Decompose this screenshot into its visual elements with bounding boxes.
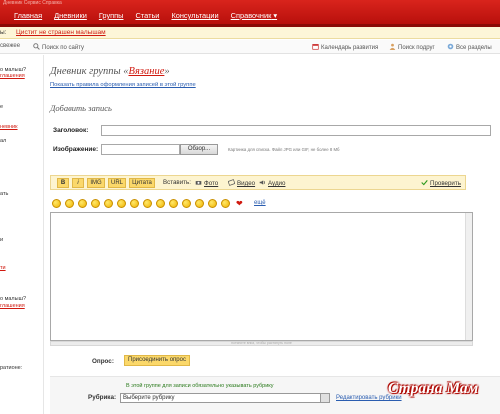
image-file-input[interactable] [101, 144, 180, 155]
site-logo: Страна Мам [388, 380, 479, 397]
nav-home[interactable]: Главная [14, 11, 42, 20]
person-icon [389, 43, 396, 50]
heart-icon[interactable]: ❤ [236, 199, 245, 208]
smiley-icon[interactable] [65, 199, 74, 208]
smiley-icon[interactable] [117, 199, 126, 208]
sidebar-invitations-link[interactable]: глашения [0, 73, 25, 79]
title-suffix: » [164, 66, 170, 77]
sidebar-text: ал [0, 138, 7, 144]
title-label: Заголовок: [53, 127, 89, 134]
insert-audio-link[interactable]: Аудио [259, 179, 285, 187]
img-button[interactable]: IMG [87, 178, 105, 188]
search-icon [33, 43, 40, 50]
promo-bar: ы: Цистит не страшен малышам [0, 27, 500, 39]
textarea-scrollbar[interactable] [465, 213, 472, 340]
audio-label: Аудио [268, 180, 286, 187]
smiley-icon[interactable] [156, 199, 165, 208]
check-label: Проверить [430, 180, 461, 187]
smiley-icon[interactable] [143, 199, 152, 208]
url-button[interactable]: URL [108, 178, 126, 188]
group-name-link[interactable]: Вязание [128, 66, 164, 77]
entry-textarea[interactable] [50, 212, 473, 341]
image-label: Изображение: [53, 146, 99, 153]
nav-articles[interactable]: Статьи [135, 11, 159, 20]
sidebar-text: и [0, 237, 4, 243]
top-navigation-bar: Дневник Сервис Справка Главная Дневники … [0, 0, 500, 24]
smiley-icon[interactable] [208, 199, 217, 208]
video-icon [228, 179, 235, 186]
promo-link[interactable]: Цистит не страшен малышам [16, 29, 106, 36]
photo-label: Фото [204, 180, 219, 187]
site-search-label: Поиск по сайту [42, 45, 85, 51]
smiley-icon[interactable] [182, 199, 191, 208]
title-prefix: Дневник группы « [50, 66, 129, 77]
main-content: Дневник группы «Вязание» Показать правил… [44, 55, 500, 414]
more-smileys-link[interactable]: ещё [254, 200, 266, 206]
top-submenu: Дневник Сервис Справка [3, 0, 62, 6]
smiley-icon[interactable] [104, 199, 113, 208]
smiley-icon[interactable] [52, 199, 61, 208]
poll-label: Опрос: [92, 358, 114, 365]
main-nav: Главная Дневники Группы Статьи Консульта… [14, 11, 277, 20]
rules-link[interactable]: Показать правила оформления записей в эт… [50, 82, 196, 88]
calendar-link[interactable]: Календарь развития [312, 43, 378, 51]
find-friends-link[interactable]: Поиск подруг [389, 43, 435, 51]
sidebar-text: ратионе: [0, 365, 23, 371]
title-input[interactable] [101, 125, 491, 136]
smiley-icon[interactable] [221, 199, 230, 208]
rubric-label: Рубрика: [88, 394, 117, 401]
smiley-icon[interactable] [130, 199, 139, 208]
speaker-icon [259, 180, 265, 185]
calendar-label: Календарь развития [321, 45, 379, 51]
smiley-icon[interactable] [78, 199, 87, 208]
sidebar-text: о малыш? [0, 296, 27, 302]
browse-button[interactable]: Обзор... [180, 144, 218, 155]
editor-toolbar: B i IMG URL Цитата Вставить: Фото Видео … [50, 175, 466, 190]
all-sections-link[interactable]: Все разделы [447, 43, 492, 51]
bold-button[interactable]: B [57, 178, 69, 188]
sidebar-diary-link[interactable]: невник [0, 124, 18, 130]
sidebar-link[interactable]: ти [0, 265, 6, 271]
video-label: Видео [237, 180, 256, 187]
spellcheck-link[interactable]: Проверить [421, 179, 461, 187]
spellcheck-icon [421, 180, 428, 186]
sections-icon [447, 43, 454, 50]
left-sidebar: о малыш? глашения е невник ал ать и ти о… [0, 55, 44, 414]
rubric-note: В этой группе для записи обязательно ука… [126, 383, 274, 389]
italic-button[interactable]: i [72, 178, 84, 188]
smiley-icon[interactable] [91, 199, 100, 208]
quote-button[interactable]: Цитата [129, 178, 155, 188]
insert-photo-link[interactable]: Фото [195, 179, 218, 187]
nav-consultations[interactable]: Консультации [171, 11, 218, 20]
page-title: Дневник группы «Вязание» [50, 66, 170, 77]
textarea-resize-handle[interactable]: потяните вниз, чтобы растянуть поле [50, 341, 473, 346]
fresh-link[interactable]: свежее [0, 43, 20, 49]
insert-label: Вставить: [163, 179, 191, 186]
sidebar-text: ать [0, 191, 9, 197]
camera-icon [195, 181, 202, 185]
promo-label: ы: [0, 29, 7, 36]
sidebar-text: е [0, 104, 4, 110]
rubric-select[interactable]: Выберите рубрику [120, 393, 330, 403]
smiley-icon[interactable] [195, 199, 204, 208]
secondary-toolbar: свежее Поиск по сайту Календарь развития… [0, 40, 500, 54]
insert-video-link[interactable]: Видео [228, 179, 255, 187]
sidebar-invitations-link[interactable]: глашения [0, 303, 25, 309]
nav-groups[interactable]: Группы [99, 11, 124, 20]
nav-reference-dropdown[interactable]: Справочник [231, 11, 277, 20]
all-sections-label: Все разделы [456, 45, 492, 51]
smiley-icon[interactable] [169, 199, 178, 208]
attach-poll-button[interactable]: Присоединить опрос [124, 355, 190, 366]
nav-diaries[interactable]: Дневники [54, 11, 87, 20]
image-hint: Картинка для списка. Файл JPG или GIF, н… [228, 147, 340, 152]
calendar-icon [312, 44, 319, 50]
site-search-link[interactable]: Поиск по сайту [33, 43, 84, 51]
find-friends-label: Поиск подруг [398, 45, 435, 51]
add-entry-heading: Добавить запись [50, 103, 112, 113]
